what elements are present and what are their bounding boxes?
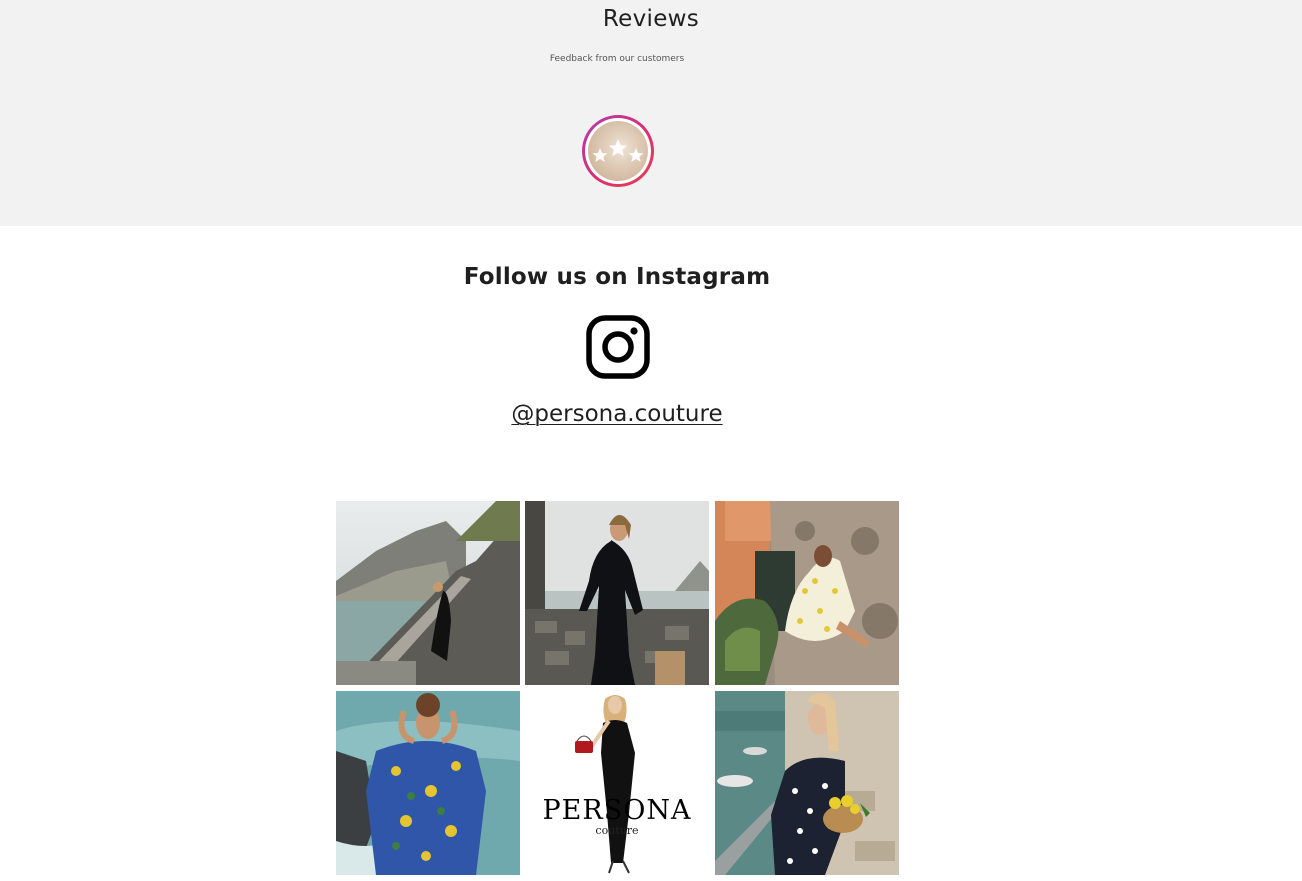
instagram-handle-link[interactable]: @persona.couture — [0, 401, 1234, 427]
instagram-post-3[interactable] — [715, 501, 899, 685]
instagram-icon[interactable] — [586, 315, 650, 379]
instagram-post-1[interactable] — [336, 501, 520, 685]
reviews-subtitle: Feedback from our customers — [549, 54, 685, 64]
instagram-post-5[interactable]: PERSONA couture — [525, 691, 709, 875]
persona-logo-subtitle: couture — [595, 824, 639, 837]
instagram-section: Follow us on Instagram @persona.couture — [0, 226, 1302, 881]
reviews-title: Reviews — [602, 6, 700, 32]
instagram-title: Follow us on Instagram — [463, 264, 771, 290]
reviews-badge[interactable] — [582, 115, 654, 187]
stars-icon — [588, 121, 648, 181]
reviews-section: Reviews Feedback from our customers — [0, 0, 1302, 226]
instagram-feed-grid: PERSONA couture — [336, 501, 900, 875]
instagram-post-2[interactable] — [525, 501, 709, 685]
instagram-post-6[interactable] — [715, 691, 899, 875]
instagram-post-4[interactable] — [336, 691, 520, 875]
persona-logo-wordmark: PERSONA — [542, 795, 692, 826]
